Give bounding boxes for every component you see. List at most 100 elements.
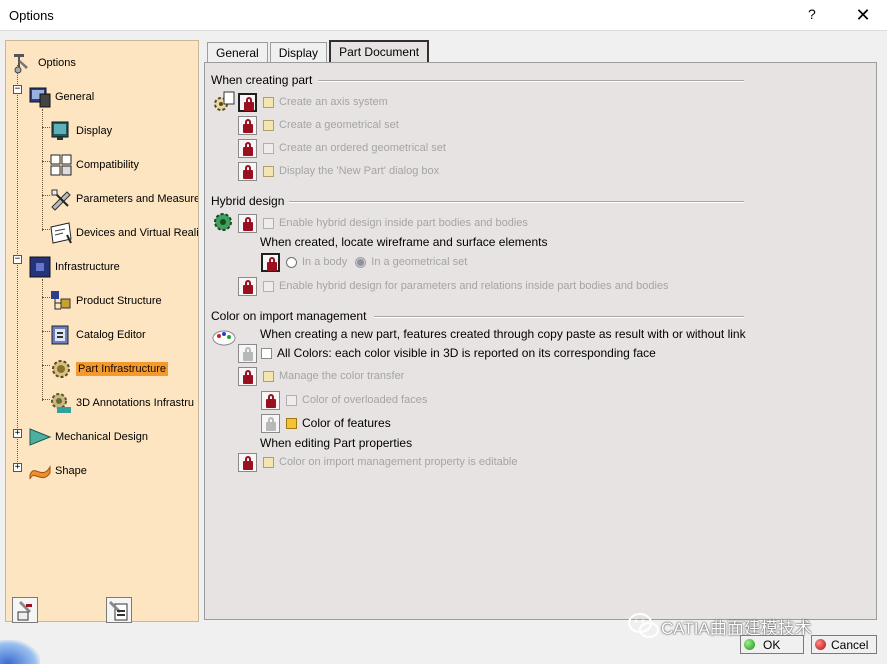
option-create-geometrical-set: Create a geometrical set xyxy=(238,115,399,135)
shape-icon xyxy=(29,465,51,480)
lock-icon[interactable] xyxy=(238,452,257,472)
tree-item-label: Parameters and Measure xyxy=(76,193,199,205)
option-color-property-editable: Color on import management property is e… xyxy=(238,452,517,472)
tree-item-shape[interactable]: Shape xyxy=(28,456,87,486)
checkbox[interactable] xyxy=(263,165,274,177)
section-title: When creating part xyxy=(211,73,313,87)
option-display-new-part-dialog: Display the 'New Part' dialog box xyxy=(238,161,439,181)
option-label: Display the 'New Part' dialog box xyxy=(279,165,440,177)
checkbox[interactable] xyxy=(263,280,274,292)
tree-item-3d-annotations[interactable]: 3D Annotations Infrastru xyxy=(49,388,194,418)
lock-icon[interactable] xyxy=(238,92,257,112)
tree-item-options[interactable]: Options xyxy=(11,48,76,78)
tree-item-part-infrastructure[interactable]: Part Infrastructure xyxy=(49,354,169,384)
reset-options-button[interactable] xyxy=(12,597,38,623)
lock-icon[interactable] xyxy=(238,343,257,363)
tree-item-label: Part Infrastructure xyxy=(76,362,169,376)
tree-item-infrastructure[interactable]: Infrastructure xyxy=(28,252,120,282)
option-create-axis-system: Create an axis system xyxy=(238,92,388,112)
collapse-toggle[interactable]: − xyxy=(13,85,22,94)
help-button[interactable]: ? xyxy=(808,6,816,22)
option-label: Enable hybrid design for parameters and … xyxy=(279,280,669,292)
tree-item-label: Infrastructure xyxy=(55,261,120,273)
document-tools-icon xyxy=(109,601,128,621)
compatibility-icon xyxy=(50,154,72,176)
tools-icon xyxy=(17,601,32,621)
lock-icon[interactable] xyxy=(238,366,257,386)
option-color-of-features: Color of features xyxy=(261,413,391,433)
ok-label: OK xyxy=(763,637,781,652)
lock-icon[interactable] xyxy=(238,213,257,233)
tree-item-label: Display xyxy=(76,125,113,137)
expand-toggle[interactable]: + xyxy=(13,429,22,438)
radio-label: In a geometrical set xyxy=(371,256,468,268)
cancel-label: Cancel xyxy=(831,637,869,652)
expand-toggle[interactable]: + xyxy=(13,463,22,472)
checkbox[interactable] xyxy=(286,394,297,406)
locate-elements-title: When created, locate wireframe and surfa… xyxy=(260,235,548,249)
tree-item-label: Catalog Editor xyxy=(76,329,146,341)
tree-item-catalog-editor[interactable]: Catalog Editor xyxy=(49,320,146,350)
copy-paste-title: When creating a new part, features creat… xyxy=(260,327,746,341)
tree-item-label: Devices and Virtual Reali xyxy=(76,227,199,239)
display-icon xyxy=(51,121,69,140)
option-color-overloaded-faces: Color of overloaded faces xyxy=(261,390,427,410)
globe-decoration xyxy=(0,640,40,664)
tree-item-product-structure[interactable]: Product Structure xyxy=(49,286,162,316)
lock-icon[interactable] xyxy=(261,390,280,410)
ok-icon xyxy=(744,639,755,650)
checkbox[interactable] xyxy=(263,96,274,108)
lock-icon[interactable] xyxy=(238,161,257,181)
lock-icon[interactable] xyxy=(238,138,257,158)
radio-label: In a body xyxy=(302,256,348,268)
tree-item-label: General xyxy=(55,91,95,103)
tree-item-label: Product Structure xyxy=(76,295,162,307)
tab-general[interactable]: General xyxy=(207,42,268,63)
tab-display[interactable]: Display xyxy=(269,42,328,63)
cancel-icon xyxy=(815,639,826,650)
product-structure-icon xyxy=(51,291,71,310)
checkbox[interactable] xyxy=(263,456,274,468)
gear-icon xyxy=(52,360,70,378)
checkbox[interactable] xyxy=(263,119,274,131)
tree-item-parameters[interactable]: Parameters and Measure xyxy=(49,184,199,214)
ok-button[interactable]: OK xyxy=(740,635,804,654)
tab-part-document[interactable]: Part Document xyxy=(329,40,430,63)
lock-icon[interactable] xyxy=(261,252,280,272)
section-title: Color on import management xyxy=(211,309,367,323)
tab-bar: General Display Part Document xyxy=(207,40,431,63)
close-button[interactable]: ✕ xyxy=(848,3,878,27)
checkbox[interactable] xyxy=(263,217,274,229)
export-options-button[interactable] xyxy=(106,597,132,623)
option-manage-color-transfer: Manage the color transfer xyxy=(238,366,404,386)
checkbox[interactable] xyxy=(261,347,272,359)
lock-icon[interactable] xyxy=(261,413,280,433)
parameters-icon xyxy=(51,189,71,211)
devices-icon xyxy=(50,222,72,244)
tree-item-compatibility[interactable]: Compatibility xyxy=(49,150,139,180)
checkbox[interactable] xyxy=(286,417,297,429)
option-enable-hybrid-bodies: Enable hybrid design inside part bodies … xyxy=(238,213,528,233)
cancel-button[interactable]: Cancel xyxy=(811,635,877,654)
radio-in-geometrical-set[interactable] xyxy=(355,256,367,268)
tree-item-general[interactable]: General xyxy=(28,82,94,112)
checkbox[interactable] xyxy=(263,370,274,382)
collapse-toggle[interactable]: − xyxy=(13,255,22,264)
option-enable-hybrid-params: Enable hybrid design for parameters and … xyxy=(238,276,669,296)
radio-in-body[interactable] xyxy=(286,256,297,268)
wechat-icon xyxy=(628,613,659,638)
options-icon xyxy=(14,54,28,74)
palette-icon xyxy=(212,330,236,346)
mechanical-design-icon xyxy=(29,428,52,446)
tree-item-mechanical-design[interactable]: Mechanical Design xyxy=(28,422,148,452)
tree-item-label: Compatibility xyxy=(76,159,139,171)
lock-icon[interactable] xyxy=(238,276,257,296)
checkbox[interactable] xyxy=(263,142,274,154)
option-label: Create an axis system xyxy=(279,96,388,108)
lock-icon[interactable] xyxy=(238,115,257,135)
infrastructure-icon xyxy=(29,256,51,278)
tree-item-display[interactable]: Display xyxy=(49,116,112,146)
tree-item-devices[interactable]: Devices and Virtual Reali xyxy=(49,218,199,248)
option-label: Create an ordered geometrical set xyxy=(279,142,446,154)
section-divider xyxy=(289,201,744,203)
